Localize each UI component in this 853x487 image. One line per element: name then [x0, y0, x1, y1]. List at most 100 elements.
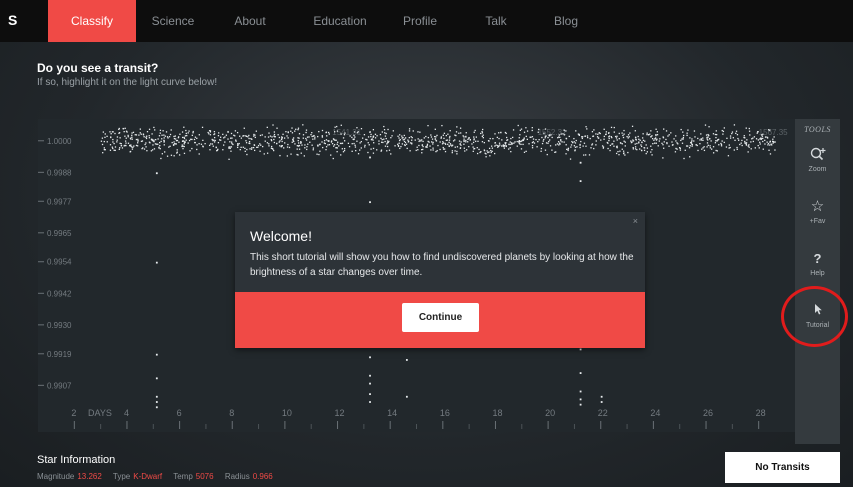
flux-outlier-point — [579, 403, 582, 406]
flux-point — [194, 136, 197, 138]
flux-point — [762, 140, 764, 143]
flux-point — [276, 127, 278, 129]
flux-point — [519, 134, 521, 136]
nav-about[interactable]: About — [220, 0, 280, 42]
flux-point — [591, 131, 594, 133]
flux-outlier-point — [579, 372, 582, 374]
flux-point — [512, 129, 515, 131]
flux-point — [175, 139, 178, 142]
flux-point — [321, 146, 324, 149]
fav-tool-label: +Fav — [809, 218, 826, 225]
flux-point — [544, 128, 547, 130]
flux-point — [248, 137, 250, 140]
flux-point — [230, 141, 233, 143]
y-tick-label: 0.9965 — [47, 229, 72, 238]
flux-point — [287, 131, 289, 133]
flux-point — [356, 127, 358, 129]
flux-point — [733, 149, 735, 151]
flux-point — [548, 134, 551, 136]
flux-point — [263, 153, 265, 155]
flux-point — [183, 145, 185, 148]
nav-classify[interactable]: Classify — [48, 0, 136, 42]
flux-point — [131, 136, 133, 138]
help-tool-button[interactable]: ? Help — [795, 250, 840, 277]
flux-point — [744, 142, 746, 144]
flux-point — [360, 147, 362, 149]
nav-talk[interactable]: Talk — [476, 0, 516, 42]
flux-point — [514, 141, 516, 143]
y-tick-label: 0.9930 — [47, 321, 72, 330]
flux-point — [123, 145, 125, 147]
flux-point — [198, 134, 200, 136]
flux-point — [152, 144, 154, 146]
flux-point — [287, 137, 289, 139]
flux-point — [328, 133, 330, 135]
nav-education[interactable]: Education — [300, 0, 380, 42]
flux-point — [404, 144, 406, 147]
flux-point — [655, 128, 657, 130]
flux-point — [381, 138, 383, 141]
flux-point — [262, 145, 264, 148]
flux-point — [723, 127, 725, 129]
flux-point — [705, 134, 708, 136]
flux-point — [699, 143, 701, 145]
flux-point — [367, 142, 369, 144]
nav-profile[interactable]: Profile — [395, 0, 445, 42]
flux-point — [769, 153, 772, 155]
flux-point — [124, 140, 127, 142]
flux-point — [173, 135, 175, 138]
flux-point — [188, 139, 191, 142]
flux-point — [605, 133, 607, 135]
flux-point — [421, 144, 423, 146]
flux-outlier-point — [369, 382, 371, 385]
flux-point — [426, 143, 429, 145]
flux-point — [296, 153, 298, 156]
flux-point — [181, 136, 184, 139]
flux-point — [335, 147, 337, 149]
flux-point — [283, 137, 286, 139]
flux-outlier-point — [369, 401, 371, 403]
flux-point — [520, 128, 523, 130]
flux-point — [721, 140, 723, 142]
nav-blog[interactable]: Blog — [546, 0, 586, 42]
flux-point — [581, 136, 583, 138]
flux-point — [420, 140, 422, 142]
flux-point — [472, 150, 474, 153]
flux-point — [422, 145, 424, 148]
flux-point — [127, 136, 129, 138]
flux-point — [158, 135, 161, 137]
flux-point — [678, 147, 681, 149]
flux-point — [449, 135, 451, 138]
flux-point — [691, 145, 693, 147]
flux-point — [550, 134, 552, 136]
flux-point — [384, 132, 386, 134]
zoom-tool-button[interactable]: Zoom — [795, 146, 840, 173]
flux-point — [538, 139, 540, 141]
flux-point — [351, 150, 353, 152]
flux-point — [611, 136, 613, 139]
no-transits-button[interactable]: No Transits — [725, 452, 840, 483]
fav-tool-button[interactable]: ☆ +Fav — [795, 198, 840, 225]
flux-point — [186, 134, 188, 137]
flux-point — [523, 131, 526, 133]
site-logo[interactable]: S — [8, 12, 17, 28]
flux-point — [268, 145, 270, 147]
flux-point — [689, 145, 691, 147]
flux-point — [511, 142, 513, 144]
flux-point — [627, 134, 630, 136]
flux-point — [150, 138, 153, 141]
flux-point — [729, 135, 732, 137]
flux-point — [491, 147, 494, 149]
flux-point — [189, 150, 191, 152]
nav-science[interactable]: Science — [138, 0, 208, 42]
flux-point — [767, 144, 769, 146]
flux-point — [365, 138, 367, 141]
flux-point — [434, 135, 436, 138]
x-axis-label: DAYS — [88, 408, 112, 418]
flux-point — [642, 133, 644, 135]
flux-point — [291, 127, 293, 129]
continue-button[interactable]: Continue — [402, 303, 479, 332]
flux-point — [485, 156, 487, 158]
flux-point — [655, 142, 657, 144]
close-icon[interactable]: × — [633, 216, 638, 226]
